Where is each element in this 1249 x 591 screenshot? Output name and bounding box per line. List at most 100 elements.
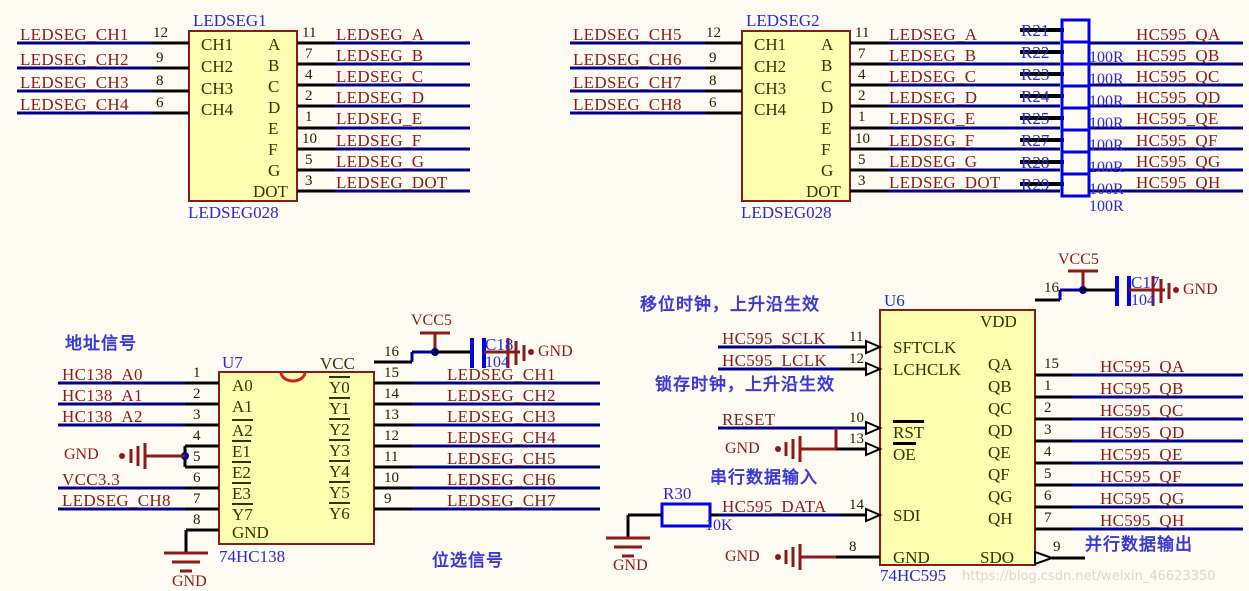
pin-name: Y7 (232, 503, 253, 524)
net-label: HC595_QH (1100, 511, 1185, 530)
net-label: HC595_QF (1100, 467, 1182, 486)
net-label: LEDSEG_B (336, 46, 424, 65)
pin-number: 6 (709, 95, 717, 111)
pin-number: 14 (384, 386, 399, 402)
pin-name: Y3 (329, 439, 350, 460)
c17-value: 104 (1131, 292, 1155, 309)
pin-number: 6 (193, 470, 201, 486)
pin-name: Y4 (329, 460, 350, 481)
resistor-ref: R25 (1021, 109, 1050, 128)
net-label: LEDSEG_CH6 (573, 50, 682, 69)
pin-number: 14 (849, 497, 864, 513)
pin-number: 7 (858, 46, 866, 62)
r30-ref: R30 (663, 484, 692, 503)
net-label: LEDSEG_CH1 (20, 25, 129, 44)
pin-name: Y6 (329, 502, 350, 523)
resistor-value: 100R (1089, 49, 1124, 66)
pin-name: VDD (980, 312, 1017, 331)
u6-ref: U6 (884, 291, 905, 310)
pin-name: Y1 (329, 397, 350, 418)
net-label: LEDSEG_CH6 (447, 470, 556, 489)
pin-number: 3 (305, 173, 313, 189)
gnd-label: GND (1183, 281, 1218, 298)
pin-number: 7 (1044, 510, 1052, 526)
u7-e-gnd-symbol (129, 443, 147, 469)
net-label: LEDSEG_C (336, 67, 424, 86)
pin-number: 4 (858, 67, 866, 83)
net-label: LEDSEG_CH7 (447, 491, 556, 510)
net-label: LEDSEG_DOT (336, 173, 448, 192)
pin-number: 4 (193, 428, 201, 444)
pin-number: 11 (849, 329, 864, 345)
pin-number: 8 (709, 73, 717, 89)
u6-gnd-symbol (784, 544, 802, 570)
pin-name: SDO (980, 548, 1015, 567)
net-label: HC595_DATA (722, 497, 827, 516)
resistor-value: 100R (1089, 159, 1124, 176)
net-label: LEDSEG_G (889, 152, 978, 171)
u6-serialin-annotation: 串行数据输入 (710, 468, 818, 488)
net-label: LEDSEG_F (889, 131, 975, 150)
net-label: RESET (722, 410, 776, 429)
pin-number: 4 (1044, 444, 1052, 460)
pin-number: 1 (193, 365, 201, 381)
pin-name: G (821, 161, 834, 180)
pin-number: 2 (305, 88, 313, 104)
resistor-value: 100R (1089, 93, 1124, 110)
pin-name: E2 (232, 461, 251, 482)
u6-oe-gnd-symbol (784, 436, 802, 462)
pin-name: A (268, 35, 281, 54)
net-label: HC595_QD (1136, 88, 1221, 107)
c17-ref: C17 (1131, 273, 1160, 292)
pin-name: Y0 (329, 376, 350, 397)
resistor-ref: R27 (1021, 131, 1050, 150)
pin-name: CH2 (201, 57, 234, 76)
pin-number: 4 (305, 67, 313, 83)
net-label: HC595_LCLK (722, 351, 827, 370)
pin-number: 9 (384, 491, 392, 507)
vcc5-label: VCC5 (411, 312, 452, 329)
pin-name: A2 (232, 419, 253, 440)
pin-number: 8 (849, 539, 857, 555)
pin-number: 1 (1044, 378, 1052, 394)
resistor-ref: R22 (1021, 43, 1050, 62)
pin-number: 10 (855, 131, 870, 147)
pin-name: C (821, 77, 833, 96)
pin-name: QB (988, 377, 1012, 396)
pin-number: 2 (193, 386, 201, 402)
pin-number: 5 (193, 449, 201, 465)
u6-shiftclock-annotation: 移位时钟，上升沿生效 (640, 295, 820, 315)
pin-name: LCHCLK (893, 360, 961, 379)
pin-number: 11 (855, 25, 870, 41)
c18-symbol (470, 338, 486, 368)
pin-name: GND (232, 523, 269, 542)
pin-name: DOT (806, 182, 841, 201)
net-label: HC595_QB (1136, 46, 1220, 65)
resistor-ref: R28 (1021, 153, 1050, 172)
net-label: LEDSEG_CH3 (447, 407, 556, 426)
pin-name: B (268, 56, 280, 75)
pin-number: 5 (305, 152, 313, 168)
pin-name: QH (988, 509, 1013, 528)
u6-latchclock-annotation: 锁存时钟，上升沿生效 (655, 375, 835, 395)
net-label: HC595_QB (1100, 379, 1184, 398)
pin-name: D (821, 98, 834, 117)
pin-number: 3 (193, 407, 201, 423)
pin-number: 16 (384, 344, 399, 360)
gnd-label: GND (725, 548, 760, 565)
resistor-ref: R24 (1021, 87, 1050, 106)
pin-name: SFTCLK (893, 338, 957, 357)
pin-name: E (268, 119, 279, 138)
pin-number: 10 (384, 470, 399, 486)
ledseg1-part: LEDSEG028 (188, 203, 279, 222)
pin-number: 13 (849, 431, 864, 447)
net-label: VCC3.3 (62, 470, 121, 489)
pin-name: SDI (893, 506, 921, 525)
pin-number: 3 (1044, 422, 1052, 438)
net-label: LEDSEG_CH2 (20, 50, 129, 69)
pin-name: QG (988, 487, 1013, 506)
u7-ref: U7 (222, 353, 243, 372)
ledseg1-ref: LEDSEG1 (193, 11, 267, 30)
net-label: HC595_QE (1136, 109, 1219, 128)
net-label: LEDSEG_F (336, 131, 422, 150)
